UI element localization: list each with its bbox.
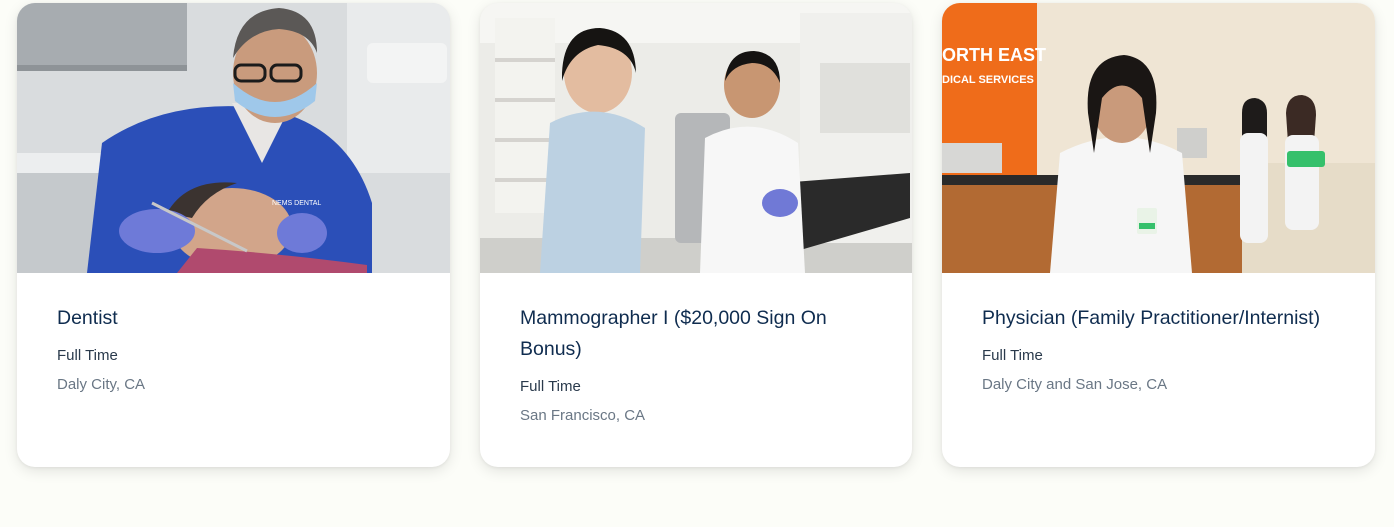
- physician-photo: ORTH EAST DICAL SERVICES: [942, 3, 1375, 273]
- signage-line1: ORTH EAST: [942, 45, 1046, 65]
- job-type: Full Time: [982, 347, 1043, 364]
- dentist-badge-text: NEMS DENTAL: [272, 200, 321, 207]
- job-location: San Francisco, CA: [520, 407, 646, 424]
- signage-line2: DICAL SERVICES: [942, 74, 1034, 86]
- mammography-photo: [480, 3, 912, 273]
- job-title[interactable]: Dentist: [57, 303, 410, 334]
- job-type: Full Time: [520, 378, 581, 395]
- job-card-physician[interactable]: ORTH EAST DICAL SERVICES Physician (Fami…: [942, 3, 1375, 467]
- job-type: Full Time: [57, 347, 118, 364]
- job-title[interactable]: Physician (Family Practitioner/Internist…: [982, 303, 1335, 334]
- job-card-mammographer[interactable]: Mammographer I ($20,000 Sign On Bonus) F…: [480, 3, 912, 467]
- job-listings-grid: NEMS DENTAL Dentist Full Time Daly City,…: [0, 0, 1394, 527]
- job-title[interactable]: Mammographer I ($20,000 Sign On Bonus): [520, 303, 872, 365]
- job-location: Daly City and San Jose, CA: [982, 376, 1168, 393]
- job-location: Daly City, CA: [57, 376, 146, 393]
- dentist-photo: NEMS DENTAL: [17, 3, 450, 273]
- job-card-dentist[interactable]: NEMS DENTAL Dentist Full Time Daly City,…: [17, 3, 450, 467]
